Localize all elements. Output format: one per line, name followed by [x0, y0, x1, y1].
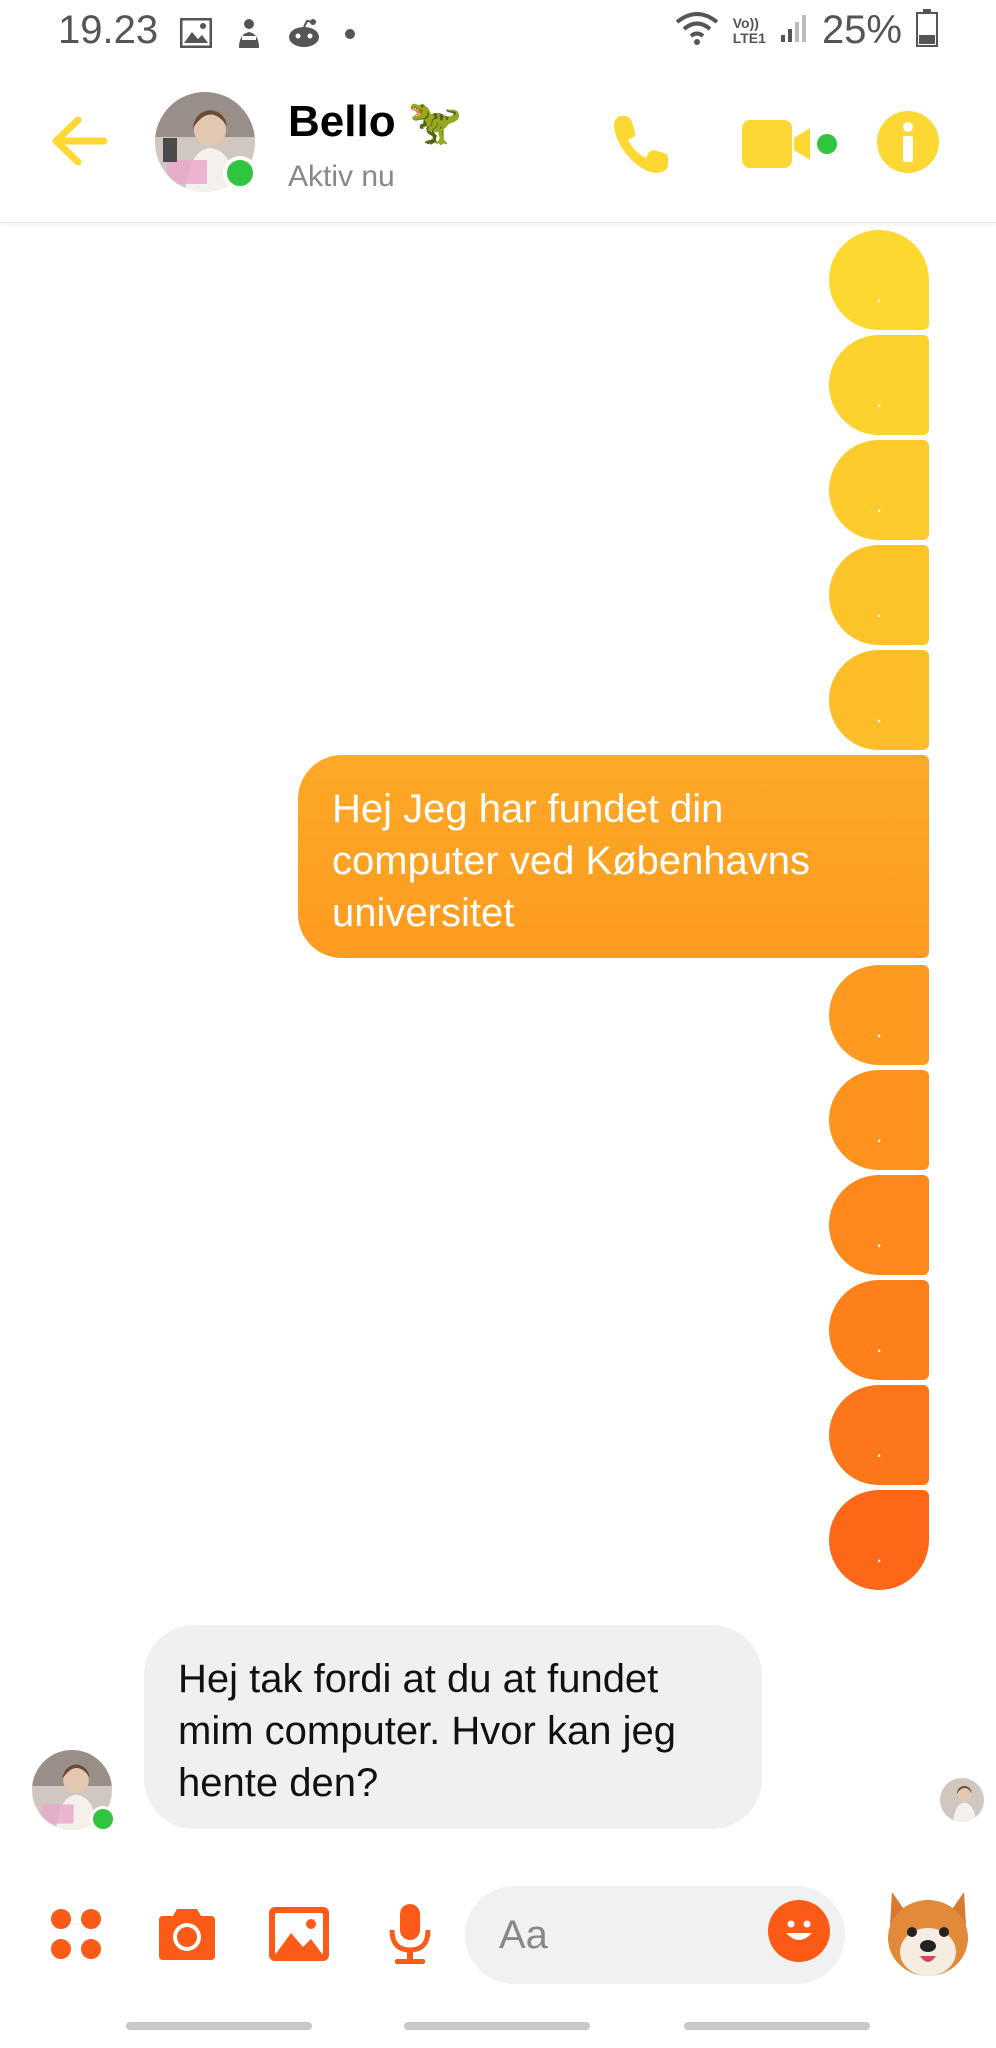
message-input-placeholder: Aa	[499, 1912, 548, 1957]
microphone-icon	[389, 1904, 431, 1964]
video-call-button[interactable]	[740, 114, 840, 174]
message-composer: Aa	[0, 1872, 996, 1992]
sent-message-bubble[interactable]: Hej Jeg har fundet din computer ved Købe…	[298, 755, 929, 958]
online-indicator	[223, 156, 257, 190]
received-message-bubble[interactable]: Hej tak fordi at du at fundet mim comput…	[144, 1625, 762, 1829]
contact-name[interactable]: Bello 🦖	[288, 96, 462, 148]
sent-message-bubble[interactable]: .	[829, 545, 929, 645]
battery-icon	[916, 9, 938, 52]
nav-bar-home[interactable]	[404, 2022, 590, 2030]
notification-icons	[179, 16, 356, 55]
volte-icon: Vo)) LTE1	[732, 14, 766, 46]
sent-message-bubble[interactable]: .	[829, 335, 929, 435]
more-actions-button[interactable]	[44, 1902, 108, 1966]
sent-message-bubble[interactable]: .	[829, 965, 929, 1065]
app-notification-icon	[234, 16, 264, 55]
sent-message-bubble[interactable]: .	[829, 1385, 929, 1485]
more-notifications-dot	[344, 27, 356, 45]
nav-bar-back[interactable]	[684, 2022, 870, 2030]
gallery-button[interactable]	[267, 1902, 331, 1966]
sent-message-bubble[interactable]: .	[829, 440, 929, 540]
camera-button[interactable]	[155, 1902, 219, 1966]
phone-icon	[614, 116, 668, 173]
smiley-icon	[786, 1920, 812, 1940]
contact-avatar[interactable]	[155, 92, 257, 192]
reddit-icon	[286, 18, 322, 53]
battery-percent: 25%	[821, 8, 902, 52]
status-bar: 19.23 Vo)) LTE1 25%	[0, 0, 996, 70]
contact-name-text: Bello	[288, 97, 396, 146]
audio-call-button[interactable]	[606, 110, 676, 180]
sent-message-bubble[interactable]: .	[829, 1070, 929, 1170]
conversation-header: Bello 🦖 Aktiv nu	[0, 70, 996, 223]
info-button[interactable]	[876, 110, 940, 174]
sender-avatar[interactable]	[32, 1750, 116, 1832]
sent-message-bubble[interactable]: .	[829, 1490, 929, 1590]
online-indicator	[90, 1806, 116, 1832]
seen-indicator-avatar	[940, 1778, 984, 1822]
dog-emoji-icon	[888, 1892, 968, 1976]
nav-bar-recent-apps[interactable]	[126, 2022, 312, 2030]
voice-message-button[interactable]	[378, 1902, 442, 1966]
sent-message-bubble[interactable]: .	[829, 230, 929, 330]
sent-message-bubble[interactable]: .	[829, 1175, 929, 1275]
video-camera-icon	[742, 120, 837, 168]
sent-message-bubble[interactable]: .	[829, 650, 929, 750]
emoji-button[interactable]	[768, 1900, 830, 1962]
camera-icon	[159, 1909, 215, 1960]
back-arrow-icon	[52, 116, 108, 166]
four-dots-icon	[51, 1909, 101, 1959]
dinosaur-emoji: 🦖	[407, 98, 463, 147]
contact-status: Aktiv nu	[288, 160, 395, 193]
message-list[interactable]: . . . . . Hej Jeg har fundet din compute…	[0, 222, 996, 1872]
image-icon	[269, 1907, 329, 1961]
signal-icon	[780, 13, 808, 48]
status-right: Vo)) LTE1 25%	[675, 8, 938, 53]
back-button[interactable]	[44, 106, 114, 176]
gallery-icon	[179, 17, 213, 53]
status-time: 19.23	[58, 8, 159, 52]
quick-reaction-button[interactable]	[878, 1882, 978, 1982]
sent-message-bubble[interactable]: .	[829, 1280, 929, 1380]
wifi-icon	[675, 10, 719, 51]
info-icon	[877, 111, 939, 173]
